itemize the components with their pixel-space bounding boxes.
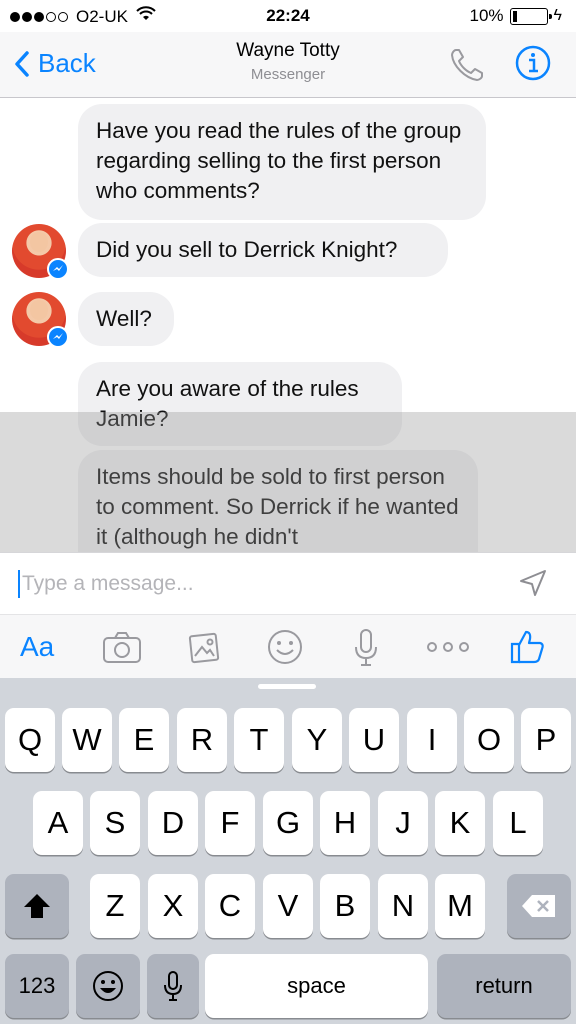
key-n[interactable]: N xyxy=(378,874,428,938)
delete-key[interactable] xyxy=(507,874,571,938)
more-icon[interactable] xyxy=(426,627,470,667)
key-u[interactable]: U xyxy=(349,708,399,772)
composer-toolbar: Aa xyxy=(0,614,576,678)
key-h[interactable]: H xyxy=(320,791,370,855)
message-input[interactable] xyxy=(22,567,482,601)
message-text: Did you sell to Derrick Knight? xyxy=(96,237,398,262)
key-c[interactable]: C xyxy=(205,874,255,938)
key-j[interactable]: J xyxy=(378,791,428,855)
key-s[interactable]: S xyxy=(90,791,140,855)
camera-icon[interactable] xyxy=(102,627,142,667)
key-r[interactable]: R xyxy=(177,708,227,772)
key-z[interactable]: Z xyxy=(90,874,140,938)
gallery-icon[interactable] xyxy=(186,627,222,667)
info-icon[interactable] xyxy=(515,45,551,86)
key-y[interactable]: Y xyxy=(292,708,342,772)
like-icon[interactable] xyxy=(508,627,546,667)
key-m[interactable]: M xyxy=(435,874,485,938)
message-bubble[interactable]: Did you sell to Derrick Knight? xyxy=(78,223,448,277)
key-o[interactable]: O xyxy=(464,708,514,772)
message-text: Are you aware of the rules Jamie? xyxy=(96,376,359,431)
key-t[interactable]: T xyxy=(234,708,284,772)
avatar[interactable] xyxy=(12,292,69,348)
key-q[interactable]: Q xyxy=(5,708,55,772)
battery-percent: 10% xyxy=(469,6,504,25)
charging-icon: ϟ xyxy=(553,7,562,24)
message-text: Well? xyxy=(96,306,152,331)
emoji-icon xyxy=(93,971,123,1001)
text-format-button[interactable]: Aa xyxy=(20,627,54,667)
conversation-title[interactable]: Wayne Totty xyxy=(0,40,576,62)
microphone-icon xyxy=(164,971,182,1001)
key-f[interactable]: F xyxy=(205,791,255,855)
keyboard: Q W E R T Y U I O P A S D F G H J K L Z … xyxy=(0,678,576,1024)
message-text: Items should be sold to first person to … xyxy=(96,464,459,549)
key-k[interactable]: K xyxy=(435,791,485,855)
nav-bar: Back Wayne Totty Messenger xyxy=(0,32,576,98)
message-bubble[interactable]: Are you aware of the rules Jamie? xyxy=(78,362,402,446)
key-b[interactable]: B xyxy=(320,874,370,938)
message-bubble[interactable]: Well? xyxy=(78,292,174,346)
conversation-subtitle: Messenger xyxy=(250,66,326,83)
backspace-icon xyxy=(522,895,555,917)
messenger-badge-icon xyxy=(47,326,69,348)
status-bar: O2-UK 22:24 10% ϟ xyxy=(0,0,576,32)
key-g[interactable]: G xyxy=(263,791,313,855)
return-key[interactable]: return xyxy=(437,954,571,1018)
key-d[interactable]: D xyxy=(148,791,198,855)
space-key[interactable]: space xyxy=(205,954,428,1018)
send-icon[interactable] xyxy=(518,568,548,603)
shift-key[interactable] xyxy=(5,874,69,938)
key-l[interactable]: L xyxy=(493,791,543,855)
phone-icon[interactable] xyxy=(448,46,486,89)
key-i[interactable]: I xyxy=(407,708,457,772)
shift-icon xyxy=(24,894,50,918)
key-e[interactable]: E xyxy=(119,708,169,772)
key-p[interactable]: P xyxy=(521,708,571,772)
battery-icon xyxy=(509,7,552,25)
message-text: Have you read the rules of the group reg… xyxy=(96,118,462,203)
key-a[interactable]: A xyxy=(33,791,83,855)
key-w[interactable]: W xyxy=(62,708,112,772)
key-x[interactable]: X xyxy=(148,874,198,938)
messenger-badge-icon xyxy=(47,258,69,280)
text-caret xyxy=(18,570,20,598)
numbers-key[interactable]: 123 xyxy=(5,954,69,1018)
message-bubble[interactable]: Have you read the rules of the group reg… xyxy=(78,104,486,220)
key-v[interactable]: V xyxy=(263,874,313,938)
composer xyxy=(0,552,576,614)
emoji-key[interactable] xyxy=(76,954,140,1018)
avatar[interactable] xyxy=(12,224,69,280)
smiley-icon[interactable] xyxy=(266,627,304,667)
keyboard-handle[interactable] xyxy=(258,684,316,689)
microphone-icon[interactable] xyxy=(352,627,380,667)
dictation-key[interactable] xyxy=(147,954,199,1018)
